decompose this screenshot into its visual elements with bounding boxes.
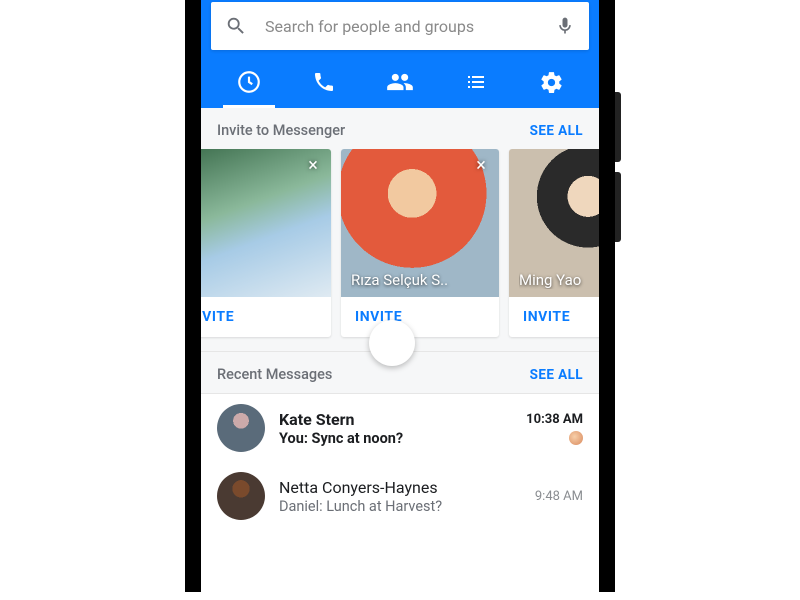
delivered-avatar-icon <box>569 431 583 445</box>
invite-card[interactable]: × Ming Yao INVITE <box>509 149 599 337</box>
invite-button[interactable]: INVITE <box>509 297 599 337</box>
search-placeholder: Search for people and groups <box>265 17 555 36</box>
invite-card[interactable]: × Rıza Selçuk S.. INVITE <box>341 149 499 337</box>
search-bar[interactable]: Search for people and groups <box>211 2 589 50</box>
invite-photo: × Ming Yao <box>509 149 599 297</box>
search-icon <box>225 15 247 37</box>
app-header: Search for people and groups <box>201 0 599 108</box>
recent-header-section: Recent Messages SEE ALL <box>201 352 599 394</box>
gear-icon <box>539 70 564 95</box>
phone-icon <box>312 70 336 94</box>
volume-down-button[interactable] <box>615 172 621 242</box>
list-icon <box>464 70 488 94</box>
mic-icon[interactable] <box>555 16 575 36</box>
message-meta: 9:48 AM <box>535 489 583 504</box>
tab-calls[interactable] <box>287 56 363 108</box>
invite-see-all[interactable]: SEE ALL <box>530 123 583 139</box>
invite-photo: × Rıza Selçuk S.. <box>341 149 499 297</box>
tab-lists[interactable] <box>438 56 514 108</box>
message-row[interactable]: Kate Stern You: Sync at noon? 10:38 AM <box>201 394 599 462</box>
message-time: 10:38 AM <box>526 412 583 427</box>
message-preview: Daniel: Lunch at Harvest? <box>279 498 521 515</box>
invite-title: Invite to Messenger <box>217 122 345 139</box>
message-body: Kate Stern You: Sync at noon? <box>279 410 512 447</box>
recent-header: Recent Messages SEE ALL <box>201 352 599 393</box>
message-sender: Kate Stern <box>279 410 512 429</box>
avatar <box>217 404 265 452</box>
tab-people[interactable] <box>362 56 438 108</box>
message-time: 9:48 AM <box>535 489 583 504</box>
invite-button[interactable]: INVITE <box>341 297 499 337</box>
invite-card[interactable]: × INVITE <box>201 149 331 337</box>
message-preview: You: Sync at noon? <box>279 430 512 447</box>
volume-up-button[interactable] <box>615 92 621 162</box>
avatar <box>217 472 265 520</box>
clock-icon <box>236 69 262 95</box>
invite-scroller[interactable]: × INVITE × Rıza Selçuk S.. INVITE × Min <box>201 149 599 351</box>
invite-name: Rıza Selçuk S.. <box>351 271 489 289</box>
recent-see-all[interactable]: SEE ALL <box>530 367 583 383</box>
close-icon[interactable]: × <box>303 157 323 177</box>
people-icon <box>386 68 414 96</box>
recent-messages-list: Kate Stern You: Sync at noon? 10:38 AM N… <box>201 394 599 592</box>
invite-section: Invite to Messenger SEE ALL × INVITE × R… <box>201 108 599 352</box>
device-frame: Search for people and groups <box>185 0 615 592</box>
invite-name: Ming Yao <box>519 271 599 289</box>
invite-button[interactable]: INVITE <box>201 297 331 337</box>
tab-settings[interactable] <box>513 56 589 108</box>
tab-bar <box>211 56 589 108</box>
recent-title: Recent Messages <box>217 366 332 383</box>
message-row[interactable]: Netta Conyers-Haynes Daniel: Lunch at Ha… <box>201 462 599 530</box>
invite-header: Invite to Messenger SEE ALL <box>201 108 599 149</box>
invite-photo: × <box>201 149 331 297</box>
message-sender: Netta Conyers-Haynes <box>279 478 521 497</box>
close-icon[interactable]: × <box>471 157 491 177</box>
message-body: Netta Conyers-Haynes Daniel: Lunch at Ha… <box>279 478 521 515</box>
tab-recent[interactable] <box>211 56 287 108</box>
app-screen: Search for people and groups <box>201 0 599 592</box>
message-meta: 10:38 AM <box>526 412 583 445</box>
